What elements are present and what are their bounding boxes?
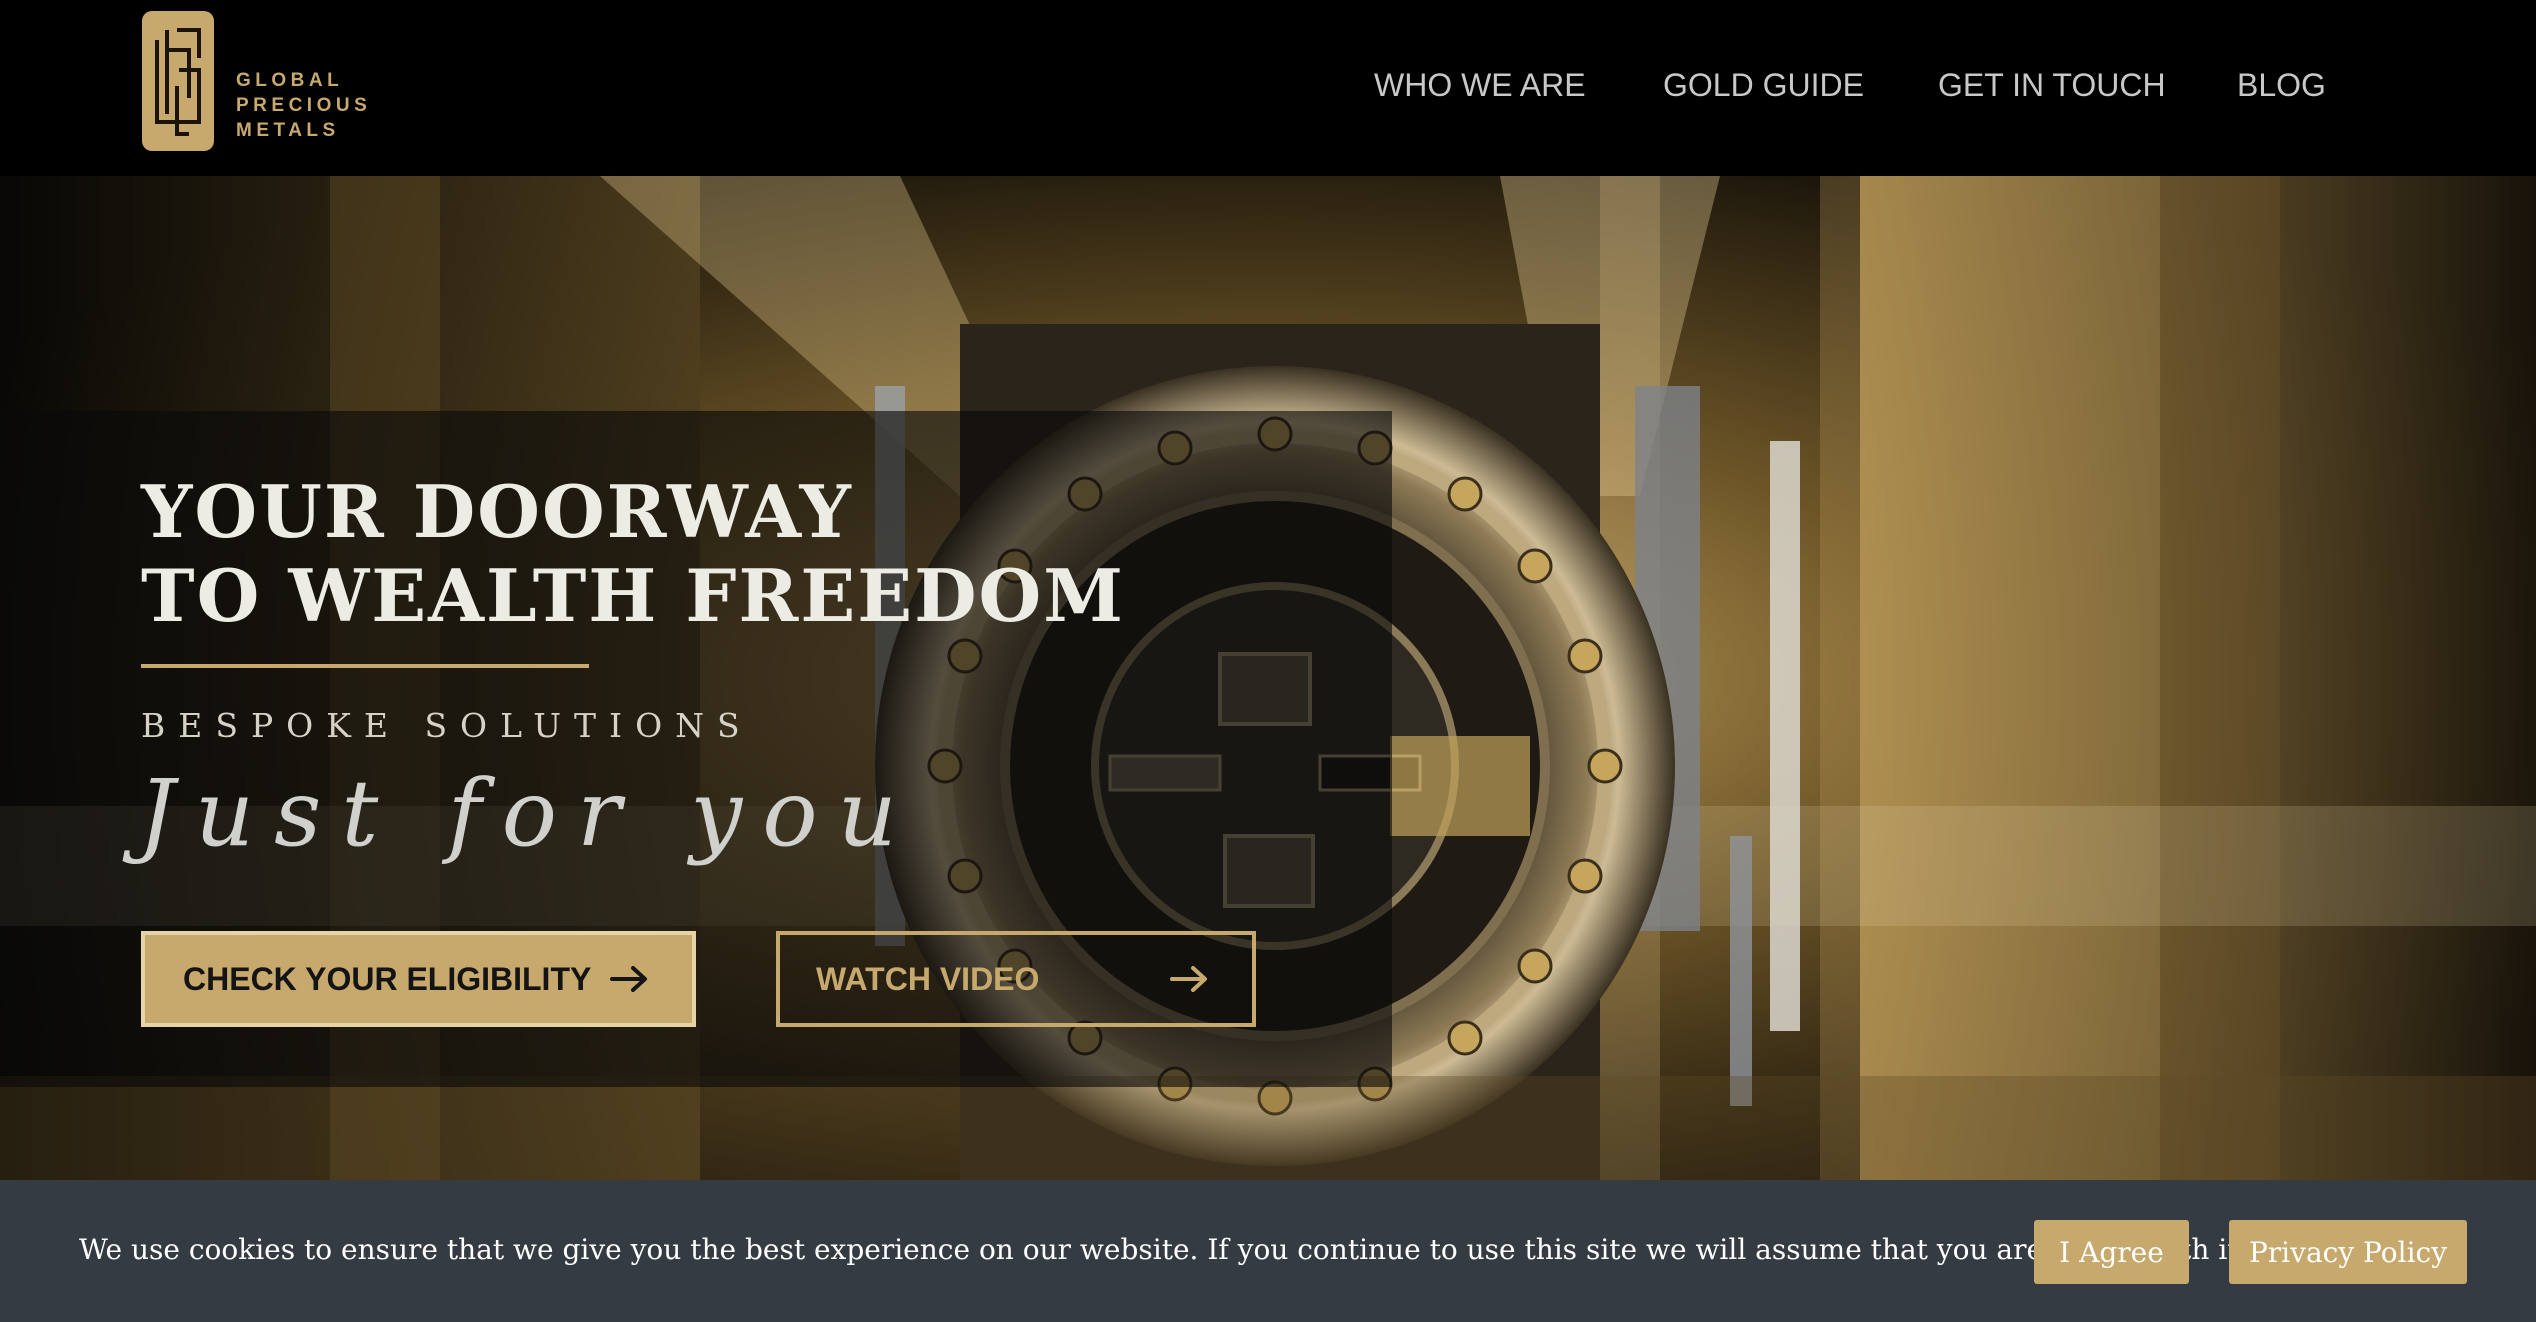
main-nav: WHO WE ARE GOLD GUIDE GET IN TOUCH BLOG xyxy=(0,60,2536,110)
cookie-consent-bar: We use cookies to ensure that we give yo… xyxy=(0,1180,2536,1322)
nav-blog[interactable]: BLOG xyxy=(2237,60,2326,110)
hero-subtitle: BESPOKE SOLUTIONS xyxy=(141,706,753,745)
arrow-right-icon xyxy=(610,966,647,992)
hero-headline-line-1: YOUR DOORWAY xyxy=(141,469,853,554)
hero-headline-line-2: TO WEALTH FREEDOM xyxy=(141,553,1125,638)
nav-get-in-touch[interactable]: GET IN TOUCH xyxy=(1938,60,2166,110)
hero-headline: YOUR DOORWAY TO WEALTH FREEDOM xyxy=(141,470,1125,638)
check-eligibility-button[interactable]: CHECK YOUR ELIGIBILITY xyxy=(141,931,696,1027)
cookie-message: We use cookies to ensure that we give yo… xyxy=(79,1233,2248,1266)
nav-gold-guide[interactable]: GOLD GUIDE xyxy=(1663,60,1864,110)
privacy-policy-button[interactable]: Privacy Policy xyxy=(2229,1220,2467,1284)
arrow-right-icon xyxy=(1170,966,1207,992)
check-eligibility-label: CHECK YOUR ELIGIBILITY xyxy=(183,960,592,997)
hero-script-tagline: Just for you xyxy=(138,760,917,867)
logo-line-3: METALS xyxy=(236,120,340,141)
watch-video-button[interactable]: WATCH VIDEO xyxy=(776,931,1256,1027)
headline-divider xyxy=(141,664,589,668)
cookie-agree-button[interactable]: I Agree xyxy=(2034,1220,2189,1284)
site-header: GLOBAL PRECIOUS METALS WHO WE ARE GOLD G… xyxy=(0,0,2536,176)
nav-who-we-are[interactable]: WHO WE ARE xyxy=(1374,60,1586,110)
watch-video-label: WATCH VIDEO xyxy=(816,960,1040,997)
